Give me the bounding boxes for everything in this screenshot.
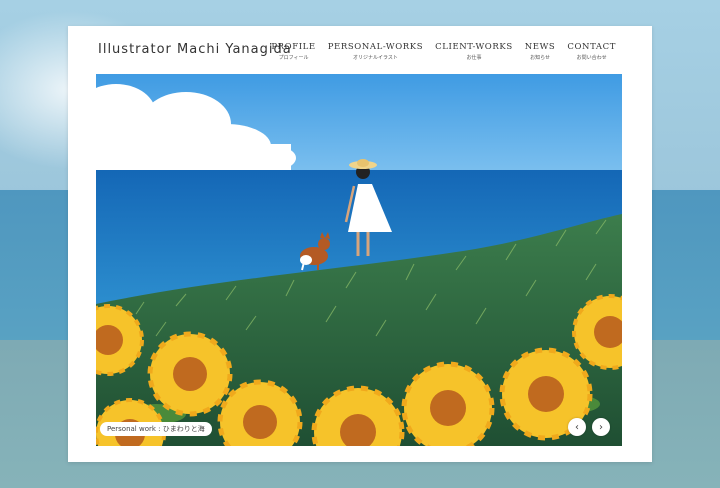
nav-item-profile[interactable]: PROFILE プロフィール bbox=[271, 42, 315, 61]
hero-slider: Personal work : ひまわりと海 ‹ › bbox=[96, 74, 622, 446]
nav-label: CLIENT-WORKS bbox=[435, 42, 513, 52]
nav-label: CONTACT bbox=[567, 42, 616, 52]
site-title[interactable]: Illustrator Machi Yanagida bbox=[98, 42, 292, 57]
nav-item-news[interactable]: NEWS お知らせ bbox=[525, 42, 556, 61]
nav-sublabel: お問い合わせ bbox=[576, 55, 607, 61]
slider-next-button[interactable]: › bbox=[592, 418, 610, 436]
nav-label: PROFILE bbox=[271, 42, 316, 52]
slider-prev-button[interactable]: ‹ bbox=[568, 418, 586, 436]
nav-label: NEWS bbox=[524, 42, 556, 52]
nav-label: PERSONAL-WORKS bbox=[327, 42, 424, 52]
slide-caption: Personal work : ひまわりと海 bbox=[100, 422, 212, 436]
nav-sublabel: お知らせ bbox=[530, 55, 550, 61]
chevron-right-icon: › bbox=[599, 421, 603, 433]
nav-sublabel: お仕事 bbox=[466, 55, 482, 61]
nav-item-personal-works[interactable]: PERSONAL-WORKS オリジナルイラスト bbox=[328, 42, 423, 61]
hero-illustration bbox=[96, 74, 622, 446]
main-card: Illustrator Machi Yanagida PROFILE プロフィー… bbox=[68, 26, 652, 462]
chevron-left-icon: ‹ bbox=[575, 421, 579, 433]
nav-item-contact[interactable]: CONTACT お問い合わせ bbox=[567, 42, 616, 61]
global-nav: PROFILE プロフィール PERSONAL-WORKS オリジナルイラスト … bbox=[271, 42, 616, 61]
nav-item-client-works[interactable]: CLIENT-WORKS お仕事 bbox=[435, 42, 513, 61]
nav-sublabel: オリジナルイラスト bbox=[352, 55, 398, 61]
nav-sublabel: プロフィール bbox=[278, 55, 309, 61]
